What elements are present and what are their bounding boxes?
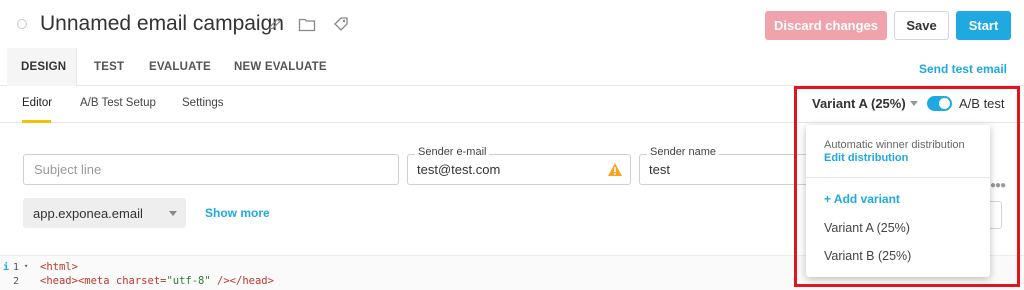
tab-design[interactable]: DESIGN [21,61,66,73]
line-number: 2 [13,276,20,287]
save-button[interactable]: Save [894,11,949,40]
pencil-icon[interactable] [265,14,285,34]
sender-name-label: Sender name [647,146,720,158]
code-token: <meta [77,275,116,287]
discard-changes-button[interactable]: Discard changes [765,11,887,40]
tab-evaluate[interactable]: EVALUATE [149,61,211,73]
start-button[interactable]: Start [956,11,1011,40]
variant-selector[interactable]: Variant A (25%) [812,96,906,111]
chevron-down-icon [169,211,177,216]
code-token: charset= [115,275,167,287]
subtab-settings[interactable]: Settings [182,97,224,109]
edit-distribution-link[interactable]: Edit distribution [824,152,908,164]
line-number: 1 [13,262,20,273]
domain-value: app.exponea.email [33,206,143,221]
code-line-2: <head><meta charset="utf-8" /></head> [40,275,274,287]
info-icon: i [3,262,10,273]
show-more-link[interactable]: Show more [205,206,270,220]
tag-icon[interactable] [331,14,351,34]
active-subtab-underline [22,120,51,123]
toggle-knob [939,98,950,109]
domain-select[interactable]: app.exponea.email [23,198,186,228]
code-token: <html> [40,261,78,273]
code-token: <head> [40,275,78,287]
tab-new-evaluate[interactable]: NEW EVALUATE [234,61,327,73]
sender-email-field[interactable]: Sender e-mail test@test.com [407,146,631,185]
ab-test-label: A/B test [959,96,1005,111]
tab-test[interactable]: TEST [94,61,124,73]
fold-arrow-icon[interactable]: ▾ [24,262,28,270]
status-dot-icon [17,19,27,29]
sender-name-field[interactable]: Sender name test [639,146,809,185]
code-token: /></head> [210,275,274,287]
main-tabs: DESIGN TEST EVALUATE NEW EVALUATE Send t… [0,48,1024,86]
sender-email-value: test@test.com [417,162,501,177]
page-title: Unnamed email campaign [40,12,284,35]
sender-name-value: test [649,162,670,177]
ab-test-toggle[interactable] [927,96,952,111]
sender-email-label: Sender e-mail [415,146,490,158]
folder-icon[interactable] [297,14,317,34]
code-line-1: <html> [40,261,78,273]
warning-icon [607,162,623,182]
chevron-down-icon[interactable] [910,101,918,106]
variant-dropdown-menu: Automatic winner distribution Edit distr… [806,125,990,277]
divider [806,177,990,178]
subtab-ab-test-setup[interactable]: A/B Test Setup [80,97,156,109]
variant-a-item[interactable]: Variant A (25%) [824,221,910,235]
distribution-label: Automatic winner distribution [824,139,965,151]
code-token: "utf-8" [166,275,211,287]
subject-line-placeholder: Subject line [34,162,102,177]
variant-b-item[interactable]: Variant B (25%) [824,249,911,263]
subtab-editor[interactable]: Editor [22,97,52,109]
add-variant-button[interactable]: + Add variant [824,192,900,206]
header: Unnamed email campaign Discard changes S… [0,0,1024,48]
code-gutter: i 1 ▾ 2 [0,256,34,290]
send-test-email-link[interactable]: Send test email [919,62,1007,76]
more-options-icon[interactable]: ●●● [990,180,1006,191]
subject-line-input[interactable]: Subject line [23,154,399,185]
obscured-control [990,201,1002,229]
